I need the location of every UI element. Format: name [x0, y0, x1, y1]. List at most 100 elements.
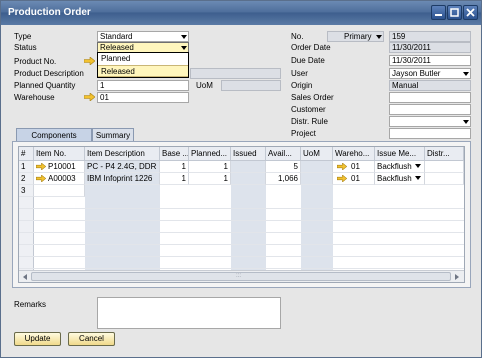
table-cell-item-description[interactable]: IBM Infoprint 1226: [85, 173, 160, 185]
due-date-field[interactable]: 11/30/2011: [389, 55, 471, 66]
series-select[interactable]: Primary: [327, 31, 384, 42]
column-header-item-no[interactable]: Item No.: [34, 147, 85, 161]
table-cell-issue-method[interactable]: Backflush: [375, 173, 425, 185]
customer-field[interactable]: [389, 104, 471, 115]
components-panel: # Item No. Item Description Base ... Pla…: [12, 141, 471, 288]
components-grid[interactable]: # Item No. Item Description Base ... Pla…: [18, 146, 465, 283]
project-label: Project: [291, 129, 316, 138]
table-cell-available[interactable]: 1,066: [266, 173, 301, 185]
planned-quantity-field[interactable]: 1: [97, 80, 189, 91]
table-cell-available[interactable]: 5: [266, 161, 301, 173]
horizontal-scrollbar[interactable]: :::: [19, 270, 464, 282]
order-date-field[interactable]: 11/30/2011: [389, 42, 471, 53]
column-header-issue-method[interactable]: Issue Me...: [375, 147, 425, 161]
column-header-uom[interactable]: UoM: [301, 147, 333, 161]
product-no-label: Product No.: [14, 57, 57, 66]
user-value: Jayson Butler: [392, 69, 441, 78]
customer-label: Customer: [291, 105, 326, 114]
table-cell-distr-rule[interactable]: [425, 173, 464, 185]
scroll-left-icon[interactable]: [21, 273, 29, 281]
status-label: Status: [14, 43, 37, 52]
column-header-item-description[interactable]: Item Description: [85, 147, 160, 161]
link-arrow-icon[interactable]: [337, 163, 347, 170]
planned-quantity-label: Planned Quantity: [14, 81, 76, 90]
table-cell-planned[interactable]: 1: [189, 173, 231, 185]
type-select[interactable]: Standard: [97, 31, 189, 42]
user-label: User: [291, 69, 308, 78]
product-description-field[interactable]: [190, 68, 281, 79]
chevron-down-icon: [415, 176, 421, 180]
origin-field[interactable]: Manual: [389, 80, 471, 91]
table-cell-item-description[interactable]: PC - P4 2.4G, DDR 5: [85, 161, 160, 173]
due-date-label: Due Date: [291, 56, 325, 65]
sales-order-field[interactable]: [389, 92, 471, 103]
maximize-button[interactable]: [447, 5, 462, 20]
column-header-base-quantity[interactable]: Base ...: [160, 147, 189, 161]
issue-method-value: Backflush: [377, 162, 412, 171]
row-number[interactable]: 3: [19, 185, 34, 197]
close-button[interactable]: [463, 5, 478, 20]
row-number[interactable]: 1: [19, 161, 34, 173]
link-arrow-icon[interactable]: [84, 93, 95, 101]
minimize-button[interactable]: [431, 5, 446, 20]
tab-summary[interactable]: Summary: [92, 128, 134, 142]
remarks-label: Remarks: [14, 300, 47, 309]
warehouse-field[interactable]: 01: [97, 92, 189, 103]
distr-rule-select[interactable]: [389, 116, 471, 127]
table-cell-item-no[interactable]: A00003: [34, 173, 85, 185]
link-arrow-icon[interactable]: [36, 163, 46, 170]
column-header-available[interactable]: Avail...: [266, 147, 301, 161]
warehouse-value: 01: [351, 174, 360, 183]
column-header-issued[interactable]: Issued: [231, 147, 266, 161]
project-field[interactable]: [389, 128, 471, 139]
sales-order-label: Sales Order: [291, 93, 334, 102]
user-select[interactable]: Jayson Butler: [389, 68, 471, 79]
column-header-planned[interactable]: Planned...: [189, 147, 231, 161]
remarks-textarea[interactable]: [97, 297, 281, 329]
warehouse-label: Warehouse: [14, 93, 55, 102]
table-cell-warehouse[interactable]: 01: [333, 173, 375, 185]
title-bar[interactable]: Production Order: [1, 1, 481, 25]
grip-icon: :::: [236, 273, 242, 279]
issue-method-value: Backflush: [377, 174, 412, 183]
table-cell-item-no[interactable]: P10001: [34, 161, 85, 173]
column-header-distr-rule[interactable]: Distr...: [425, 147, 464, 161]
link-arrow-icon[interactable]: [36, 175, 46, 182]
maximize-icon: [450, 8, 459, 17]
origin-label: Origin: [291, 81, 313, 90]
table-cell-uom[interactable]: [301, 173, 333, 185]
table-cell-planned[interactable]: 1: [189, 161, 231, 173]
tab-components[interactable]: Components: [16, 128, 92, 142]
table-cell-warehouse[interactable]: 01: [333, 161, 375, 173]
table-cell-issue-method[interactable]: Backflush: [375, 161, 425, 173]
column-header-row-number[interactable]: #: [19, 147, 34, 161]
product-description-label: Product Description: [14, 69, 84, 78]
link-arrow-icon[interactable]: [84, 57, 95, 65]
production-order-window: Production Order Type Standard Status Re…: [0, 0, 482, 358]
table-cell-item-no[interactable]: [34, 185, 85, 197]
document-number-field[interactable]: 159: [389, 31, 471, 42]
table-cell-base-quantity[interactable]: 1: [160, 161, 189, 173]
uom-field[interactable]: [221, 80, 281, 91]
scroll-right-icon[interactable]: [453, 273, 461, 281]
chevron-down-icon: [463, 120, 469, 124]
status-option-planned[interactable]: Planned: [98, 53, 188, 65]
no-label: No.: [291, 32, 304, 41]
series-value: Primary: [344, 32, 372, 41]
table-cell-distr-rule[interactable]: [425, 161, 464, 173]
table-cell-base-quantity[interactable]: 1: [160, 173, 189, 185]
table-cell-issued[interactable]: [231, 173, 266, 185]
update-button[interactable]: Update: [14, 332, 61, 346]
row-number[interactable]: 2: [19, 173, 34, 185]
status-dropdown-list: Planned Released: [97, 52, 189, 78]
status-option-released[interactable]: Released: [98, 65, 188, 77]
warehouse-value: 01: [351, 162, 360, 171]
table-cell-issued[interactable]: [231, 161, 266, 173]
column-header-warehouse[interactable]: Wareho...: [333, 147, 375, 161]
chevron-down-icon: [181, 46, 187, 50]
table-cell-uom[interactable]: [301, 161, 333, 173]
link-arrow-icon[interactable]: [337, 175, 347, 182]
cancel-button[interactable]: Cancel: [68, 332, 115, 346]
scrollbar-thumb[interactable]: :::: [31, 272, 451, 281]
uom-label: UoM: [196, 81, 213, 90]
